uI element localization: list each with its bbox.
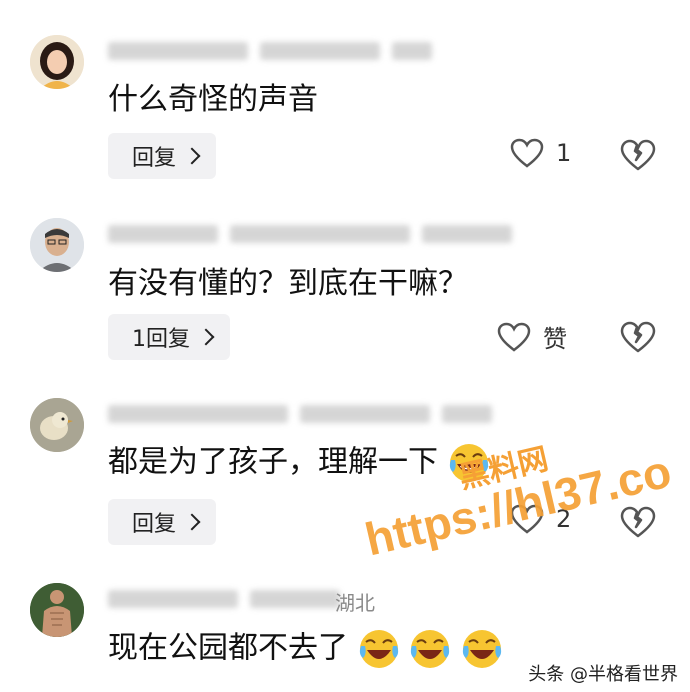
avatar[interactable] — [30, 35, 84, 89]
comment-text: 有没有懂的？到底在干嘛？ — [108, 266, 468, 301]
reply-label: 1回复 — [132, 327, 190, 352]
chevron-right-icon — [197, 328, 215, 346]
dislike-broken-heart-icon[interactable] — [620, 139, 656, 171]
comment-1: 什么奇怪的声音 回复 1 — [0, 0, 690, 179]
comment-2: 有没有懂的？到底在干嘛？ 1回复 赞 — [0, 175, 690, 360]
laughing-crying-emoji — [462, 630, 501, 668]
username-blurred — [108, 223, 512, 245]
comment-3: 都是为了孩子，理解一下 回复 2 — [0, 350, 690, 545]
like-button[interactable]: 赞 — [497, 319, 567, 354]
username-blurred — [108, 40, 432, 62]
username-blurred — [108, 403, 492, 425]
heart-icon — [497, 322, 531, 352]
laughing-crying-emoji — [359, 630, 398, 668]
source-credit: 头条 @半格看世界 — [528, 664, 678, 685]
reply-button[interactable]: 回复 — [108, 133, 217, 179]
comment-text: 什么奇怪的声音 — [108, 82, 318, 117]
avatar[interactable] — [30, 398, 84, 452]
comment-text: 都是为了孩子，理解一下 — [108, 442, 490, 484]
dislike-broken-heart-icon[interactable] — [620, 321, 656, 353]
comment-text: 现在公园都不去了 — [108, 628, 503, 670]
reply-label: 回复 — [132, 146, 177, 171]
like-label: 赞 — [543, 325, 567, 353]
like-button[interactable]: 1 — [510, 138, 571, 168]
comment-text-content: 都是为了孩子，理解一下 — [108, 444, 438, 480]
heart-icon — [510, 138, 544, 168]
chevron-right-icon — [183, 147, 201, 165]
laughing-crying-emoji — [410, 630, 450, 668]
laughing-crying-emoji — [449, 444, 488, 482]
username-blurred — [108, 588, 340, 610]
like-count: 1 — [556, 139, 572, 167]
location-label: 湖北 — [335, 591, 375, 615]
comment-text-content: 现在公园都不去了 — [108, 630, 348, 666]
avatar[interactable] — [30, 218, 84, 272]
avatar[interactable] — [30, 583, 84, 637]
